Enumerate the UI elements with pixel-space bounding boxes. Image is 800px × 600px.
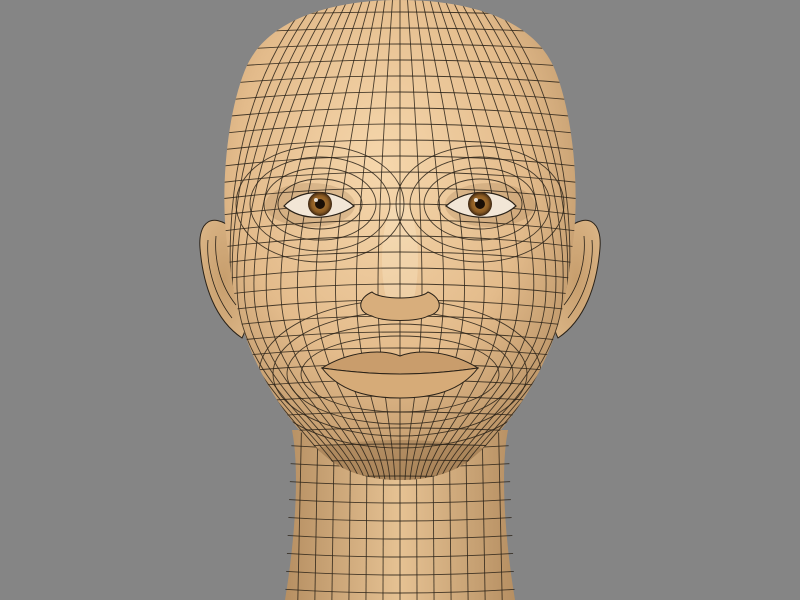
mesh-line [285,430,286,600]
mesh-line [514,430,515,600]
viewport [0,0,800,600]
head-render [199,0,601,600]
